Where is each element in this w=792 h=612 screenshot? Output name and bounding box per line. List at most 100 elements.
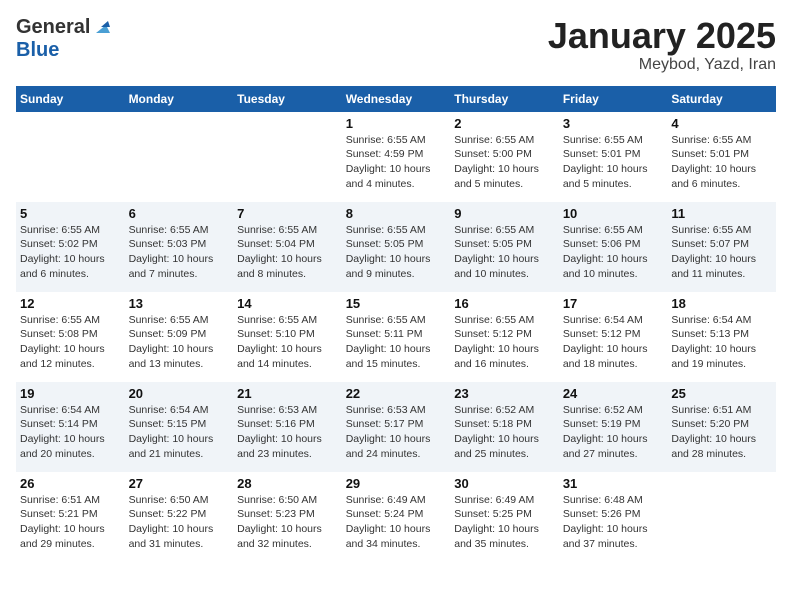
calendar-cell: 15 Sunrise: 6:55 AMSunset: 5:11 PMDayligh… bbox=[342, 292, 451, 382]
day-number: 17 bbox=[563, 296, 664, 311]
col-header-wednesday: Wednesday bbox=[342, 86, 451, 112]
day-info: Sunrise: 6:55 AMSunset: 5:00 PMDaylight:… bbox=[454, 133, 555, 192]
calendar-cell: 16 Sunrise: 6:55 AMSunset: 5:12 PMDayligh… bbox=[450, 292, 559, 382]
day-info: Sunrise: 6:55 AMSunset: 5:04 PMDaylight:… bbox=[237, 223, 338, 282]
calendar-cell: 9 Sunrise: 6:55 AMSunset: 5:05 PMDaylight… bbox=[450, 202, 559, 292]
day-info: Sunrise: 6:53 AMSunset: 5:16 PMDaylight:… bbox=[237, 403, 338, 462]
calendar-cell: 12Sunrise: 6:55 AMSunset: 5:08 PMDayligh… bbox=[16, 292, 125, 382]
calendar-cell: 30 Sunrise: 6:49 AMSunset: 5:25 PMDayligh… bbox=[450, 472, 559, 562]
calendar-cell: 23Sunrise: 6:52 AMSunset: 5:18 PMDayligh… bbox=[450, 382, 559, 472]
calendar-cell: 7Sunrise: 6:55 AMSunset: 5:04 PMDaylight… bbox=[233, 202, 342, 292]
calendar-cell: 14Sunrise: 6:55 AMSunset: 5:10 PMDayligh… bbox=[233, 292, 342, 382]
calendar-cell: 17 Sunrise: 6:54 AMSunset: 5:12 PMDayligh… bbox=[559, 292, 668, 382]
day-info: Sunrise: 6:55 AMSunset: 4:59 PMDaylight:… bbox=[346, 133, 447, 192]
day-info: Sunrise: 6:55 AMSunset: 5:05 PMDaylight:… bbox=[346, 223, 447, 282]
day-info: Sunrise: 6:55 AMSunset: 5:08 PMDaylight:… bbox=[20, 313, 121, 372]
calendar-cell: 10Sunrise: 6:55 AMSunset: 5:06 PMDayligh… bbox=[559, 202, 668, 292]
logo: General Blue bbox=[16, 16, 110, 62]
day-info: Sunrise: 6:55 AMSunset: 5:05 PMDaylight:… bbox=[454, 223, 555, 282]
calendar-cell: 13Sunrise: 6:55 AMSunset: 5:09 PMDayligh… bbox=[125, 292, 234, 382]
day-info: Sunrise: 6:49 AMSunset: 5:24 PMDaylight:… bbox=[346, 493, 447, 552]
day-info: Sunrise: 6:54 AMSunset: 5:13 PMDaylight:… bbox=[671, 313, 772, 372]
day-info: Sunrise: 6:48 AMSunset: 5:26 PMDaylight:… bbox=[563, 493, 664, 552]
calendar-header-row: SundayMondayTuesdayWednesdayThursdayFrid… bbox=[16, 86, 776, 112]
col-header-sunday: Sunday bbox=[16, 86, 125, 112]
calendar-cell: 25Sunrise: 6:51 AMSunset: 5:20 PMDayligh… bbox=[667, 382, 776, 472]
col-header-thursday: Thursday bbox=[450, 86, 559, 112]
day-number: 23 bbox=[454, 386, 555, 401]
day-number: 27 bbox=[129, 476, 230, 491]
calendar-week-row: 26 Sunrise: 6:51 AMSunset: 5:21 PMDayligh… bbox=[16, 472, 776, 562]
day-number: 26 bbox=[20, 476, 121, 491]
day-info: Sunrise: 6:55 AMSunset: 5:06 PMDaylight:… bbox=[563, 223, 664, 282]
calendar-week-row: 19Sunrise: 6:54 AMSunset: 5:14 PMDayligh… bbox=[16, 382, 776, 472]
day-info: Sunrise: 6:55 AMSunset: 5:07 PMDaylight:… bbox=[671, 223, 772, 282]
calendar-cell: 18 Sunrise: 6:54 AMSunset: 5:13 PMDayligh… bbox=[667, 292, 776, 382]
page-header: General Blue January 2025 Meybod, Yazd, … bbox=[16, 16, 776, 74]
calendar-cell: 3 Sunrise: 6:55 AMSunset: 5:01 PMDaylight… bbox=[559, 112, 668, 202]
calendar-cell bbox=[667, 472, 776, 562]
day-number: 6 bbox=[129, 206, 230, 221]
calendar-cell: 27 Sunrise: 6:50 AMSunset: 5:22 PMDayligh… bbox=[125, 472, 234, 562]
calendar-cell: 29 Sunrise: 6:49 AMSunset: 5:24 PMDayligh… bbox=[342, 472, 451, 562]
day-number: 14 bbox=[237, 296, 338, 311]
day-info: Sunrise: 6:51 AMSunset: 5:21 PMDaylight:… bbox=[20, 493, 121, 552]
day-info: Sunrise: 6:53 AMSunset: 5:17 PMDaylight:… bbox=[346, 403, 447, 462]
day-info: Sunrise: 6:55 AMSunset: 5:11 PMDaylight:… bbox=[346, 313, 447, 372]
day-number: 16 bbox=[454, 296, 555, 311]
calendar-cell: 26 Sunrise: 6:51 AMSunset: 5:21 PMDayligh… bbox=[16, 472, 125, 562]
calendar-table: SundayMondayTuesdayWednesdayThursdayFrid… bbox=[16, 86, 776, 562]
day-info: Sunrise: 6:54 AMSunset: 5:12 PMDaylight:… bbox=[563, 313, 664, 372]
day-number: 5 bbox=[20, 206, 121, 221]
day-number: 18 bbox=[671, 296, 772, 311]
day-number: 1 bbox=[346, 116, 447, 131]
calendar-cell bbox=[233, 112, 342, 202]
calendar-week-row: 1 Sunrise: 6:55 AMSunset: 4:59 PMDaylight… bbox=[16, 112, 776, 202]
col-header-friday: Friday bbox=[559, 86, 668, 112]
calendar-cell bbox=[16, 112, 125, 202]
day-number: 20 bbox=[129, 386, 230, 401]
day-info: Sunrise: 6:50 AMSunset: 5:22 PMDaylight:… bbox=[129, 493, 230, 552]
day-number: 15 bbox=[346, 296, 447, 311]
calendar-cell: 2 Sunrise: 6:55 AMSunset: 5:00 PMDaylight… bbox=[450, 112, 559, 202]
calendar-cell: 1 Sunrise: 6:55 AMSunset: 4:59 PMDaylight… bbox=[342, 112, 451, 202]
day-info: Sunrise: 6:55 AMSunset: 5:03 PMDaylight:… bbox=[129, 223, 230, 282]
calendar-cell: 8 Sunrise: 6:55 AMSunset: 5:05 PMDaylight… bbox=[342, 202, 451, 292]
day-info: Sunrise: 6:55 AMSunset: 5:01 PMDaylight:… bbox=[563, 133, 664, 192]
logo-general-text: General bbox=[16, 16, 90, 39]
day-info: Sunrise: 6:55 AMSunset: 5:12 PMDaylight:… bbox=[454, 313, 555, 372]
day-number: 2 bbox=[454, 116, 555, 131]
day-number: 25 bbox=[671, 386, 772, 401]
col-header-tuesday: Tuesday bbox=[233, 86, 342, 112]
day-info: Sunrise: 6:55 AMSunset: 5:01 PMDaylight:… bbox=[671, 133, 772, 192]
day-info: Sunrise: 6:54 AMSunset: 5:14 PMDaylight:… bbox=[20, 403, 121, 462]
day-info: Sunrise: 6:54 AMSunset: 5:15 PMDaylight:… bbox=[129, 403, 230, 462]
day-info: Sunrise: 6:55 AMSunset: 5:02 PMDaylight:… bbox=[20, 223, 121, 282]
calendar-week-row: 5 Sunrise: 6:55 AMSunset: 5:02 PMDaylight… bbox=[16, 202, 776, 292]
calendar-subtitle: Meybod, Yazd, Iran bbox=[548, 56, 776, 74]
logo-icon bbox=[92, 17, 110, 35]
day-number: 8 bbox=[346, 206, 447, 221]
calendar-cell: 19Sunrise: 6:54 AMSunset: 5:14 PMDayligh… bbox=[16, 382, 125, 472]
calendar-cell: 20 Sunrise: 6:54 AMSunset: 5:15 PMDayligh… bbox=[125, 382, 234, 472]
day-number: 29 bbox=[346, 476, 447, 491]
day-info: Sunrise: 6:49 AMSunset: 5:25 PMDaylight:… bbox=[454, 493, 555, 552]
logo-blue-text: Blue bbox=[16, 39, 59, 62]
day-number: 24 bbox=[563, 386, 664, 401]
day-info: Sunrise: 6:50 AMSunset: 5:23 PMDaylight:… bbox=[237, 493, 338, 552]
calendar-cell: 6 Sunrise: 6:55 AMSunset: 5:03 PMDaylight… bbox=[125, 202, 234, 292]
day-number: 30 bbox=[454, 476, 555, 491]
calendar-title: January 2025 bbox=[548, 16, 776, 56]
day-number: 3 bbox=[563, 116, 664, 131]
day-number: 13 bbox=[129, 296, 230, 311]
calendar-cell: 21 Sunrise: 6:53 AMSunset: 5:16 PMDayligh… bbox=[233, 382, 342, 472]
col-header-monday: Monday bbox=[125, 86, 234, 112]
day-number: 21 bbox=[237, 386, 338, 401]
day-info: Sunrise: 6:52 AMSunset: 5:19 PMDaylight:… bbox=[563, 403, 664, 462]
day-number: 9 bbox=[454, 206, 555, 221]
calendar-cell: 28Sunrise: 6:50 AMSunset: 5:23 PMDayligh… bbox=[233, 472, 342, 562]
calendar-cell: 24 Sunrise: 6:52 AMSunset: 5:19 PMDayligh… bbox=[559, 382, 668, 472]
calendar-cell: 31Sunrise: 6:48 AMSunset: 5:26 PMDayligh… bbox=[559, 472, 668, 562]
calendar-cell: 5 Sunrise: 6:55 AMSunset: 5:02 PMDaylight… bbox=[16, 202, 125, 292]
calendar-week-row: 12Sunrise: 6:55 AMSunset: 5:08 PMDayligh… bbox=[16, 292, 776, 382]
